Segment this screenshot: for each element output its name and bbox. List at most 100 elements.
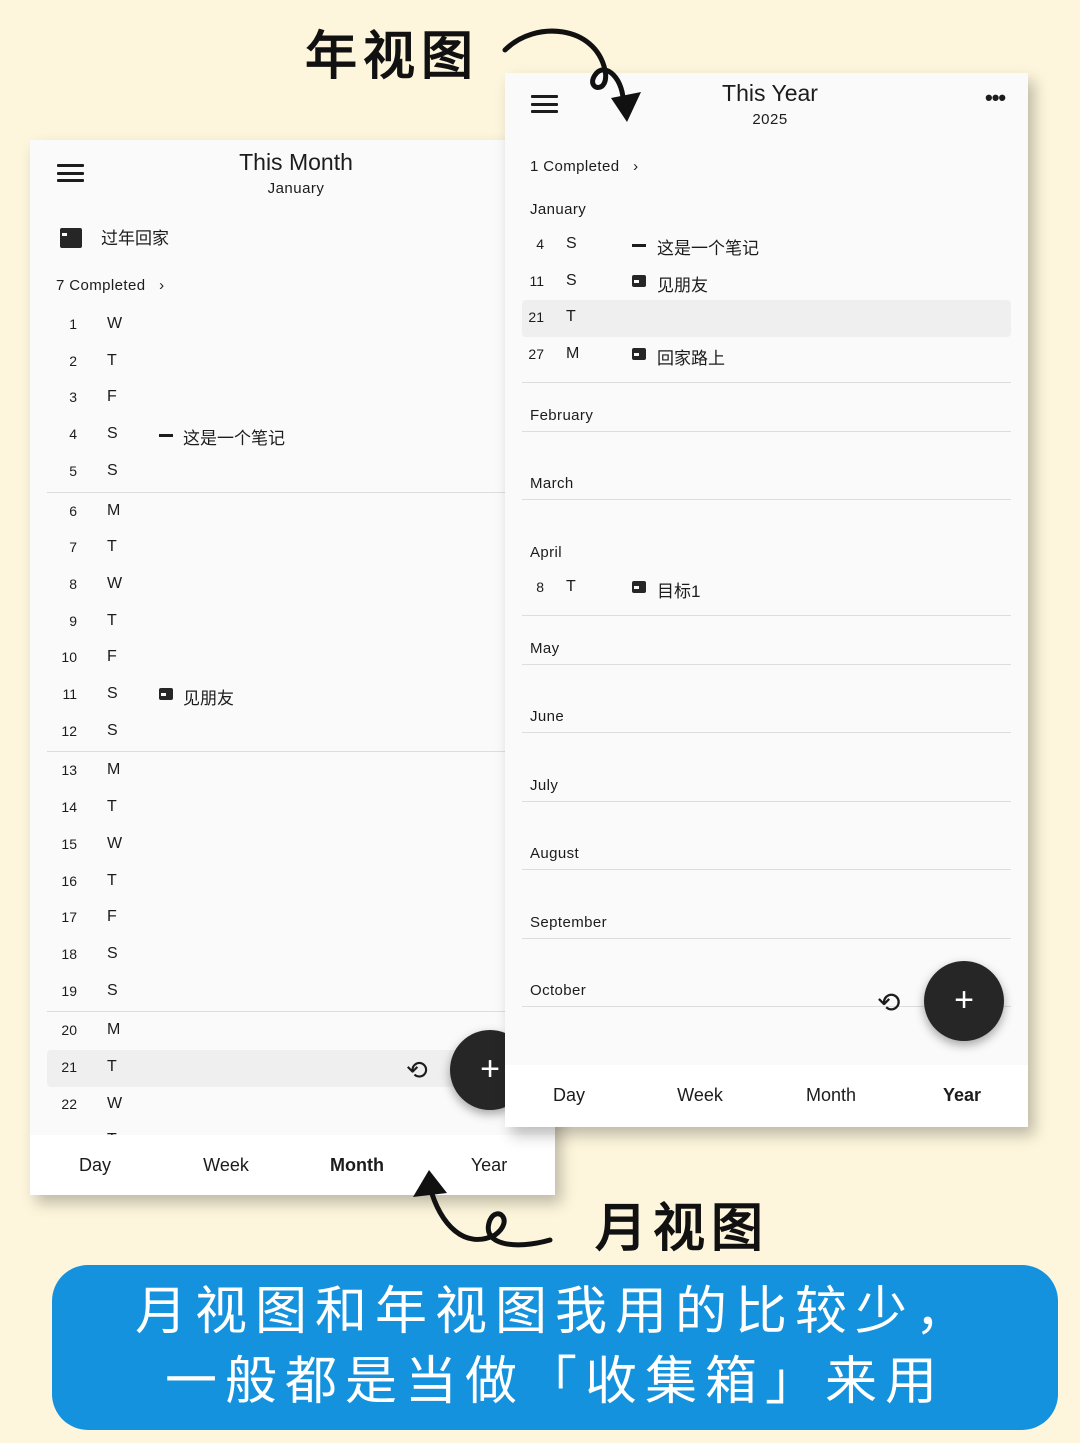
weekday: S	[107, 461, 118, 479]
weekday: W	[107, 834, 123, 852]
day-row[interactable]: 7T	[47, 530, 507, 567]
day-row[interactable]: 1W	[47, 307, 507, 344]
day-row[interactable]: 18 S	[47, 937, 507, 974]
day-row[interactable]: 11 S 见朋友	[522, 264, 1011, 301]
event-label[interactable]: 见朋友	[657, 271, 708, 296]
weekday: W	[107, 574, 123, 592]
month-label[interactable]: October	[530, 982, 586, 999]
month-divider	[522, 430, 1011, 432]
calendar-icon	[632, 348, 646, 361]
caption-line: 月视图和年视图我用的比较少，	[134, 1282, 975, 1342]
event-label[interactable]: 见朋友	[183, 684, 234, 709]
more-icon[interactable]: •••	[985, 85, 1006, 111]
day-row[interactable]: 5S	[47, 454, 507, 491]
tab-month[interactable]: Month	[330, 1155, 384, 1176]
event-label[interactable]: 这是一个笔记	[183, 424, 285, 449]
day-row[interactable]: 9T	[47, 604, 507, 641]
day-row[interactable]: 17 F	[47, 900, 507, 937]
bottom-nav: Day Week Month Year	[505, 1065, 1028, 1127]
day-row[interactable]: 14 T	[47, 790, 507, 827]
day-row[interactable]: 10 F	[47, 640, 507, 677]
day-row[interactable]: 22 W	[47, 1087, 507, 1124]
day-row[interactable]: 19 S	[47, 974, 507, 1011]
arrow-icon	[413, 1170, 553, 1248]
month-label[interactable]: February	[530, 407, 593, 424]
day-number: 11	[62, 686, 77, 702]
month-view-panel: This Month January 过年回家 7 Completed › 1W…	[30, 140, 555, 1195]
weekday: S	[566, 271, 577, 289]
day-row[interactable]: 2T	[47, 344, 507, 381]
day-row[interactable]: 21 T	[47, 1050, 507, 1087]
weekday: T	[566, 577, 576, 595]
day-row[interactable]: 11 S 见朋友	[47, 677, 507, 714]
day-number: 1	[69, 316, 77, 332]
day-number: 10	[61, 649, 77, 666]
weekday: T	[107, 1058, 117, 1075]
year-view-panel: This Year 2025 ••• 1 Completed › January…	[505, 73, 1028, 1127]
month-divider	[522, 869, 1011, 870]
weekday: M	[107, 1021, 121, 1039]
day-row[interactable]: 21 T	[522, 300, 1011, 338]
day-number: 5	[69, 462, 77, 479]
day-row[interactable]: 13 M	[47, 753, 507, 790]
day-row[interactable]: 8 T 目标1	[522, 570, 1011, 607]
day-row[interactable]: 16 T	[47, 864, 507, 901]
month-label[interactable]: August	[530, 845, 579, 862]
day-row[interactable]: 12 S	[47, 714, 507, 751]
pinned-event[interactable]: 过年回家	[101, 224, 169, 249]
day-row[interactable]: 4 S 这是一个笔记	[47, 417, 507, 454]
tab-day[interactable]: Day	[553, 1085, 585, 1106]
tab-month[interactable]: Month	[806, 1085, 856, 1106]
day-row[interactable]: 27 M 回家路上	[522, 337, 1011, 374]
day-number: 18	[61, 945, 77, 962]
event-label[interactable]: 回家路上	[657, 344, 725, 369]
day-number: 4	[69, 426, 77, 443]
day-row[interactable]: 6M	[47, 494, 507, 531]
add-button[interactable]: +	[924, 961, 1004, 1041]
month-label[interactable]: March	[530, 475, 574, 492]
day-number: 20	[61, 1022, 77, 1039]
completed-label: 1 Completed	[530, 158, 620, 175]
day-row[interactable]: 8W	[47, 567, 507, 604]
day-number: 8	[536, 578, 544, 595]
weekday: T	[107, 798, 117, 816]
month-label[interactable]: January	[530, 201, 586, 218]
history-icon[interactable]: ⟲	[406, 1055, 428, 1086]
weekday: M	[107, 761, 121, 779]
month-label[interactable]: September	[530, 914, 607, 931]
arrow-icon	[502, 28, 641, 122]
event-label[interactable]: 这是一个笔记	[657, 234, 759, 259]
menu-icon[interactable]	[57, 164, 84, 182]
tab-year[interactable]: Year	[943, 1085, 981, 1106]
weekday: S	[107, 981, 118, 999]
calendar-icon	[632, 274, 646, 287]
month-label[interactable]: April	[530, 544, 562, 561]
weekday: S	[107, 721, 118, 739]
history-icon[interactable]: ⟲	[877, 986, 900, 1019]
day-number: 22	[61, 1095, 77, 1112]
month-divider	[522, 937, 1011, 939]
day-number: 14	[61, 799, 77, 816]
month-label[interactable]: May	[530, 640, 560, 657]
tab-day[interactable]: Day	[79, 1155, 111, 1176]
note-dash-icon	[632, 244, 646, 247]
day-row[interactable]: 4 S 这是一个笔记	[522, 227, 1011, 264]
day-number: 11	[529, 272, 544, 289]
tab-week[interactable]: Week	[677, 1085, 723, 1106]
day-row[interactable]: 3F	[47, 380, 507, 417]
day-number: 9	[69, 612, 77, 629]
caption-banner: 月视图和年视图我用的比较少， 一般都是当做「收集箱」来用	[52, 1265, 1058, 1430]
tab-week[interactable]: Week	[203, 1155, 249, 1176]
day-number: 17	[61, 909, 77, 926]
day-row[interactable]: 20 M	[47, 1013, 507, 1050]
caption-line: 一般都是当做「收集箱」来用	[164, 1352, 945, 1412]
day-row[interactable]: 15 W	[47, 827, 507, 864]
completed-link[interactable]: 7 Completed ›	[56, 277, 165, 294]
month-label[interactable]: July	[530, 777, 558, 794]
completed-link[interactable]: 1 Completed ›	[530, 158, 639, 175]
event-label[interactable]: 目标1	[657, 577, 700, 602]
weekday: F	[107, 648, 117, 666]
month-label[interactable]: June	[530, 708, 564, 725]
month-divider	[522, 381, 1011, 383]
weekday: T	[107, 351, 117, 369]
